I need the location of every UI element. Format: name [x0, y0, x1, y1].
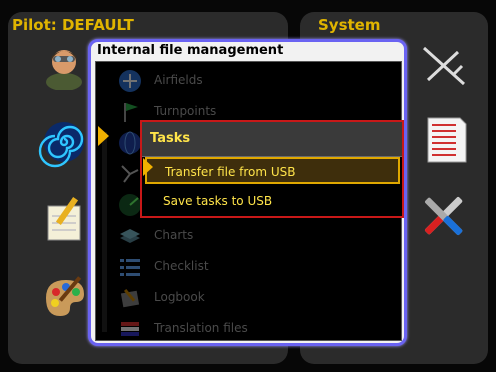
translation-icon — [121, 322, 139, 336]
logbook-icon — [120, 288, 140, 308]
submenu-item-label: Transfer file from USB — [165, 165, 296, 179]
current-item-arrow — [98, 126, 109, 146]
submenu-header: Tasks — [142, 122, 402, 157]
document-list-icon[interactable] — [420, 114, 472, 166]
airfield-icon — [119, 70, 141, 92]
list-item-label: Checklist — [154, 259, 209, 273]
list-item-airfields[interactable]: Airfields — [96, 66, 401, 96]
airplane-icon[interactable] — [418, 40, 470, 92]
list-item-charts[interactable]: Charts — [96, 221, 401, 251]
selection-arrow-icon — [143, 158, 153, 176]
list-item-label: Turnpoints — [154, 104, 217, 118]
dialog-title: Internal file management — [97, 43, 284, 58]
spiral-icon[interactable] — [38, 116, 90, 168]
checklist-icon — [120, 259, 140, 276]
list-item-label: Airfields — [154, 73, 203, 87]
transfer-file-from-usb-item[interactable]: Transfer file from USB — [145, 157, 400, 184]
chart-layers-icon — [120, 229, 140, 243]
flag-icon — [124, 103, 138, 122]
globe-icon — [119, 131, 141, 155]
list-item-logbook[interactable]: Logbook — [96, 283, 401, 313]
system-panel-title: System — [318, 16, 381, 34]
pilot-icon[interactable] — [38, 38, 90, 91]
list-item-translation-files[interactable]: Translation files — [96, 314, 401, 344]
save-tasks-to-usb-item[interactable]: Save tasks to USB — [145, 188, 400, 215]
list-item-checklist[interactable]: Checklist — [96, 252, 401, 282]
tools-icon[interactable] — [418, 190, 470, 242]
list-item-label: Translation files — [154, 321, 248, 335]
tasks-submenu: Tasks Transfer file from USB Save tasks … — [140, 120, 404, 218]
palette-icon[interactable] — [38, 270, 90, 322]
submenu-item-label: Save tasks to USB — [163, 194, 273, 208]
list-item-label: Logbook — [154, 290, 205, 304]
notepad-icon[interactable] — [38, 192, 90, 244]
radar-icon — [119, 194, 141, 216]
submenu-title: Tasks — [150, 131, 191, 146]
pilot-panel-title: Pilot: DEFAULT — [12, 16, 134, 34]
wind-icon — [121, 165, 139, 183]
list-item-label: Charts — [154, 228, 194, 242]
